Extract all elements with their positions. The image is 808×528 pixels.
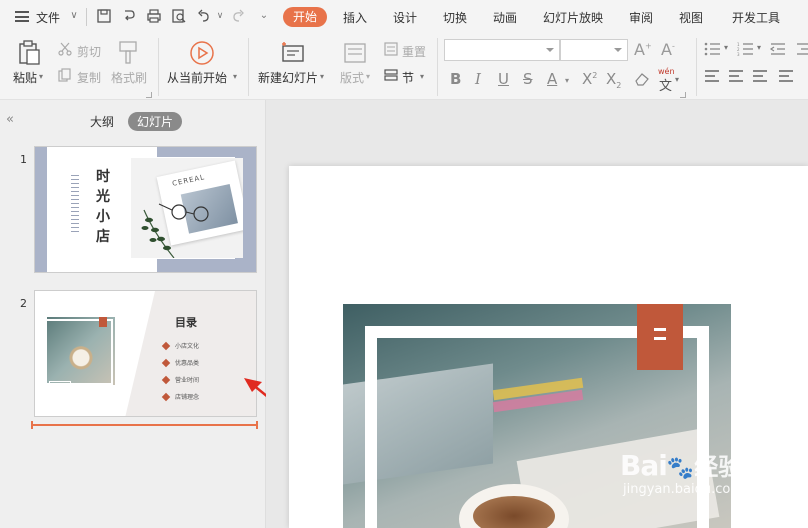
tab-review[interactable]: 审阅 bbox=[629, 9, 653, 26]
chevron-down-icon[interactable]: ▾ bbox=[757, 43, 761, 52]
cut-button[interactable]: 剪切 bbox=[77, 43, 101, 60]
tab-slides[interactable]: 幻灯片 bbox=[128, 112, 183, 131]
format-painter-icon[interactable] bbox=[117, 40, 139, 66]
slide-number: 1 bbox=[20, 153, 27, 166]
layout-button[interactable]: 版式 bbox=[340, 69, 364, 86]
clipboard-dialog-launcher-icon[interactable] bbox=[146, 92, 152, 98]
paw-icon: 🐾 bbox=[666, 456, 695, 481]
chevron-down-icon[interactable]: ▾ bbox=[366, 72, 370, 81]
tab-home[interactable]: 开始 bbox=[283, 7, 327, 27]
redo-icon[interactable] bbox=[230, 8, 246, 24]
undo-dropdown-icon[interactable]: ∨ bbox=[212, 8, 228, 24]
italic-icon[interactable]: I bbox=[475, 70, 481, 88]
svg-text:3: 3 bbox=[737, 52, 740, 56]
chevron-down-icon[interactable]: ▾ bbox=[420, 72, 424, 81]
paste-dropdown-icon[interactable]: ▾ bbox=[39, 72, 43, 81]
insertion-marker bbox=[32, 424, 258, 426]
section-icon[interactable] bbox=[384, 68, 398, 82]
tab-view[interactable]: 视图 bbox=[679, 9, 703, 26]
slide-number: 2 bbox=[20, 297, 27, 310]
align-center-icon[interactable] bbox=[729, 70, 743, 82]
slide-thumbnail-1[interactable]: 时光小店 CEREAL bbox=[34, 146, 257, 273]
list-item: 优惠品类 bbox=[161, 354, 199, 371]
customize-toolbar-icon[interactable]: ⌄ bbox=[256, 8, 272, 24]
numbered-list-icon[interactable]: 123 bbox=[737, 42, 755, 56]
undo-history-icon[interactable] bbox=[121, 8, 137, 24]
undo-icon[interactable] bbox=[196, 8, 212, 24]
phonetic-guide-label: 文 bbox=[659, 79, 673, 94]
slide1-photo: CEREAL bbox=[131, 158, 243, 258]
subscript-icon[interactable]: X2 bbox=[606, 70, 621, 90]
chevron-down-icon[interactable]: ▾ bbox=[320, 72, 324, 81]
underline-icon[interactable]: U bbox=[498, 70, 509, 88]
list-item: 小店文化 bbox=[161, 337, 199, 354]
decrease-indent-icon[interactable] bbox=[769, 42, 787, 56]
slide-thumbnail-2[interactable]: 目录 小店文化 优惠品类 营业时间 店铺理念 bbox=[34, 290, 257, 417]
font-color-icon[interactable]: A bbox=[547, 70, 557, 88]
file-menu[interactable]: 文件 bbox=[36, 9, 60, 26]
reset-button[interactable]: 重置 bbox=[402, 43, 426, 60]
plant-icon bbox=[141, 209, 175, 258]
tab-insert[interactable]: 插入 bbox=[343, 9, 367, 26]
decrease-font-icon[interactable]: A- bbox=[661, 40, 675, 59]
collapse-panel-icon[interactable]: « bbox=[6, 112, 14, 127]
play-from-current-button[interactable]: 从当前开始 bbox=[167, 69, 227, 86]
tab-animation[interactable]: 动画 bbox=[493, 9, 517, 26]
baidu-watermark: Bai🐾经验 jingyan.baidu.com bbox=[620, 449, 743, 497]
tab-outline[interactable]: 大纲 bbox=[90, 113, 114, 130]
format-painter-button[interactable]: 格式刷 bbox=[111, 69, 147, 86]
copy-button[interactable]: 复制 bbox=[77, 69, 101, 86]
font-size-select[interactable] bbox=[560, 39, 628, 61]
section-button[interactable]: 节 bbox=[402, 69, 414, 86]
ribbon: 粘贴 ▾ 剪切 复制 格式刷 从当前开始 ▾ 新建幻灯片 ▾ 版式 ▾ 重置 节… bbox=[0, 34, 808, 100]
tab-transition[interactable]: 切换 bbox=[443, 9, 467, 26]
tab-slideshow[interactable]: 幻灯片放映 bbox=[543, 9, 603, 26]
chevron-down-icon[interactable]: ▾ bbox=[675, 75, 679, 84]
slide1-title: 时光小店 bbox=[96, 169, 110, 245]
print-icon[interactable] bbox=[146, 8, 162, 24]
increase-indent-icon[interactable] bbox=[795, 42, 808, 56]
magazine-text: CEREAL bbox=[171, 173, 206, 188]
eraser-icon[interactable] bbox=[634, 72, 650, 86]
font-family-select[interactable] bbox=[444, 39, 560, 61]
save-icon[interactable] bbox=[96, 8, 112, 24]
list-item: 店铺理念 bbox=[161, 388, 199, 405]
tab-design[interactable]: 设计 bbox=[393, 9, 417, 26]
chevron-down-icon[interactable]: ▾ bbox=[233, 72, 237, 81]
chevron-down-icon[interactable]: ▾ bbox=[724, 43, 728, 52]
menu-bar: 文件 ∨ ∨ ⌄ 开始 插入 设计 切换 动画 幻灯片放映 审阅 视图 开发工具 bbox=[0, 0, 808, 34]
chevron-down-icon[interactable]: ∨ bbox=[66, 8, 82, 24]
layout-icon[interactable] bbox=[343, 42, 367, 64]
print-preview-icon[interactable] bbox=[171, 8, 187, 24]
bold-icon[interactable]: B bbox=[450, 70, 461, 88]
slide2-title: 目录 bbox=[175, 316, 197, 329]
bullet-list-icon[interactable] bbox=[704, 42, 722, 56]
chevron-down-icon[interactable]: ▾ bbox=[565, 76, 569, 85]
superscript-icon[interactable]: X2 bbox=[582, 70, 597, 88]
menu-icon[interactable] bbox=[15, 11, 29, 22]
font-dialog-launcher-icon[interactable] bbox=[680, 92, 686, 98]
align-left-icon[interactable] bbox=[705, 70, 719, 82]
toc-list: 小店文化 优惠品类 营业时间 店铺理念 bbox=[161, 337, 199, 405]
new-slide-button[interactable]: 新建幻灯片 bbox=[258, 69, 318, 86]
paste-icon[interactable] bbox=[17, 40, 41, 66]
justify-icon[interactable] bbox=[779, 70, 793, 82]
strikethrough-icon[interactable]: S bbox=[523, 70, 533, 88]
reset-icon[interactable] bbox=[384, 42, 398, 56]
scissors-icon[interactable] bbox=[58, 42, 72, 56]
increase-font-icon[interactable]: A+ bbox=[634, 40, 652, 59]
rust-tag bbox=[637, 304, 683, 370]
paste-button[interactable]: 粘贴 bbox=[13, 69, 37, 86]
play-from-current-icon[interactable] bbox=[189, 40, 215, 66]
copy-icon[interactable] bbox=[58, 68, 72, 82]
list-item: 营业时间 bbox=[161, 371, 199, 388]
align-right-icon[interactable] bbox=[753, 70, 767, 82]
new-slide-icon[interactable] bbox=[280, 40, 306, 66]
tab-developer[interactable]: 开发工具 bbox=[732, 9, 780, 26]
